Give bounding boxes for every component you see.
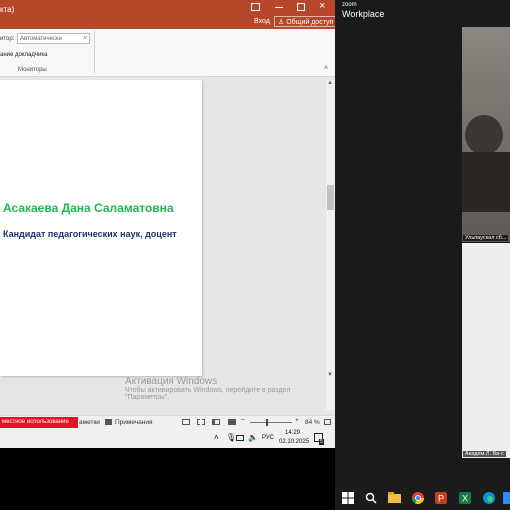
windows-start-icon[interactable] (342, 491, 356, 505)
close-icon[interactable]: × (319, 0, 325, 12)
windows-activation-watermark: Активация Windows Чтобы активировать Win… (125, 376, 290, 401)
monitor-label: итор: (0, 36, 15, 42)
monitor-select[interactable]: Автоматически ˅ (17, 33, 90, 44)
participant-name-1: Ульпаускал сб... (463, 235, 509, 241)
person-icon: ♙ (278, 19, 285, 26)
zoom-brand: Workplace (342, 9, 385, 19)
coauthor-badge[interactable]: местное использование (0, 417, 78, 428)
svg-text:X: X (462, 494, 468, 504)
zoom-out-icon[interactable]: − (241, 417, 245, 424)
chrome-icon[interactable] (412, 491, 426, 505)
speaker-icon[interactable]: 🔈 (248, 433, 258, 442)
ribbon-divider (94, 31, 95, 73)
language-indicator[interactable]: РУС (262, 435, 274, 441)
participant-video-1[interactable]: Ульпаускал сб... (462, 27, 510, 242)
watermark-title: Активация Windows (125, 376, 218, 387)
black-region (0, 448, 335, 510)
speaker-role: Кандидат педагогических наук, доцент (3, 229, 177, 239)
monitor-icon[interactable] (236, 435, 244, 441)
notes-button[interactable]: аметки (79, 419, 100, 426)
scroll-up-icon[interactable]: ▲ (327, 80, 333, 86)
ribbon-display-options-icon[interactable] (251, 3, 260, 11)
status-bar: местное использование аметки Примечания … (0, 415, 335, 429)
zoom-app-icon[interactable] (503, 491, 510, 505)
monitors-group-label: Мониторы (18, 67, 47, 73)
clock-date[interactable]: 02.10.2025 (279, 439, 309, 445)
zoom-slider-thumb[interactable] (266, 419, 268, 426)
reading-view-icon[interactable] (212, 419, 220, 425)
edge-icon[interactable] (483, 491, 497, 505)
notification-count-badge: 5 (319, 439, 324, 445)
windows-taskbar-tray: ˄ 🎙 🔈 РУС 14:29 02.10.2025 5 (0, 429, 335, 448)
normal-view-icon[interactable] (182, 419, 190, 425)
excel-icon[interactable]: X (459, 491, 473, 505)
watermark-line3: "Параметры". (125, 394, 170, 401)
microphone-icon[interactable]: 🎙 (226, 433, 236, 442)
share-button[interactable]: ♙ Общий доступ (274, 16, 338, 27)
powerpoint-title-bar: кта) × Вход ♙ Общий доступ (0, 0, 338, 29)
fit-slide-icon[interactable] (324, 419, 331, 425)
speaker-name: Асакаева Дана Саламатовна (3, 201, 174, 215)
ribbon: итор: Автоматически ˅ ание докладчика Мо… (0, 29, 335, 77)
slide-sorter-icon[interactable] (197, 419, 205, 425)
collapse-ribbon-icon[interactable]: ˄ (324, 65, 328, 72)
zoom-brand-small: zoom (342, 2, 357, 8)
comments-button[interactable]: Примечания (115, 419, 153, 426)
zoom-level[interactable]: 84 % (305, 419, 320, 426)
monitor-select-value: Автоматически (20, 36, 62, 42)
scroll-down-icon[interactable]: ▼ (327, 372, 333, 378)
maximize-icon[interactable] (297, 3, 305, 11)
slideshow-icon[interactable] (228, 419, 236, 425)
scroll-thumb[interactable] (327, 185, 334, 210)
slide-canvas[interactable]: Асакаева Дана Саламатовна Кандидат педаг… (0, 80, 202, 376)
svg-text:P: P (438, 494, 444, 504)
clock-time[interactable]: 14:29 (285, 430, 300, 436)
zoom-header: zoom Workplace (335, 0, 510, 24)
participant-name-2: Академ.Л. Ва-с (463, 451, 506, 457)
powerpoint-icon[interactable]: P (435, 491, 449, 505)
minimize-icon[interactable] (275, 7, 283, 8)
chevron-down-icon: ˅ (83, 36, 87, 42)
sign-in-button[interactable]: Вход (254, 18, 270, 25)
chevron-up-icon[interactable]: ˄ (214, 433, 219, 442)
vertical-scrollbar[interactable]: ▲ ▼ (326, 80, 335, 410)
file-explorer-icon[interactable] (388, 491, 402, 505)
zoom-slider[interactable] (250, 422, 292, 423)
share-label: Общий доступ (286, 19, 334, 26)
window-title: кта) (0, 5, 15, 14)
participant-body (462, 152, 510, 212)
presenter-view-checkbox-label[interactable]: ание докладчика (0, 52, 47, 58)
comments-icon[interactable] (105, 419, 112, 425)
participant-video-2[interactable]: Академ.Л. Ва-с (462, 243, 510, 458)
search-icon[interactable] (365, 491, 379, 505)
zoom-in-icon[interactable]: + (295, 417, 299, 424)
watermark-line2: Чтобы активировать Windows, перейдите в … (125, 387, 291, 394)
windows-taskbar: P X (335, 486, 510, 510)
participant-head (465, 115, 503, 155)
